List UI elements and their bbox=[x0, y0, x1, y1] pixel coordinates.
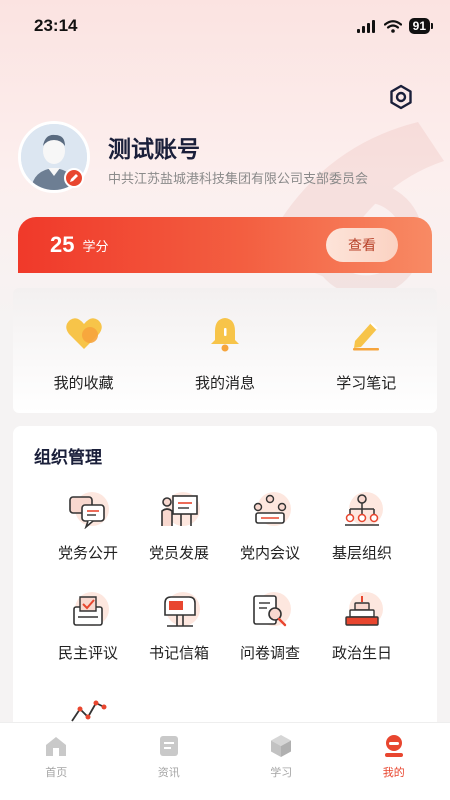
pencil-icon bbox=[70, 174, 78, 182]
status-time: 23:14 bbox=[34, 16, 78, 35]
tab-mine[interactable]: 我的 bbox=[354, 733, 434, 800]
quick-action-label: 我的消息 bbox=[194, 374, 255, 392]
grid-item-questionnaire[interactable]: 问卷调查 bbox=[224, 588, 316, 663]
quick-action-label: 我的收藏 bbox=[53, 374, 114, 392]
tab-label: 首页 bbox=[45, 766, 68, 779]
tab-label: 资讯 bbox=[157, 766, 180, 779]
credits-unit: 学分 bbox=[82, 239, 109, 255]
presenter-board-icon bbox=[156, 488, 202, 534]
mailbox-icon bbox=[156, 588, 202, 634]
ballot-box-icon bbox=[65, 588, 111, 634]
grid-item-label: 党内会议 bbox=[239, 544, 300, 562]
section-title: 组织管理 bbox=[34, 448, 102, 468]
heart-icon bbox=[64, 314, 104, 354]
grid-item-label: 党务公开 bbox=[57, 544, 118, 562]
wifi-icon bbox=[383, 19, 402, 33]
meeting-table-icon bbox=[247, 488, 293, 534]
grid-item-secretary-mailbox[interactable]: 书记信箱 bbox=[133, 588, 225, 663]
grid-item-democratic-review[interactable]: 民主评议 bbox=[42, 588, 134, 663]
grid-item-political-birthday[interactable]: 政治生日 bbox=[316, 588, 408, 663]
news-icon bbox=[156, 733, 182, 759]
credits-value: 25 bbox=[50, 232, 75, 257]
status-indicators: 91 bbox=[356, 18, 434, 34]
pencil-icon bbox=[346, 314, 386, 354]
tab-label: 学习 bbox=[270, 766, 293, 779]
tab-news[interactable]: 资讯 bbox=[129, 733, 209, 800]
favorites-button[interactable]: 我的收藏 bbox=[24, 314, 144, 393]
edit-avatar-button[interactable] bbox=[64, 168, 84, 188]
messages-button[interactable]: 我的消息 bbox=[165, 314, 285, 393]
cube-icon bbox=[268, 733, 294, 759]
survey-search-icon bbox=[247, 588, 293, 634]
home-icon bbox=[43, 733, 69, 759]
grid-item-label: 书记信箱 bbox=[148, 644, 209, 662]
settings-button[interactable] bbox=[386, 82, 416, 112]
grid-item-label: 政治生日 bbox=[331, 644, 392, 662]
grid-item-label: 问卷调查 bbox=[239, 644, 300, 662]
grid-item-label: 党员发展 bbox=[148, 544, 209, 562]
grid-item-party-meeting[interactable]: 党内会议 bbox=[224, 488, 316, 563]
bell-icon bbox=[205, 314, 245, 354]
grid-item-party-affairs[interactable]: 党务公开 bbox=[42, 488, 134, 563]
quick-action-label: 学习笔记 bbox=[336, 374, 397, 392]
org-management-card: 组织管理 党务公开 党员发展 党内会议 基层组织 民主评议 书记信箱 问卷调查 … bbox=[13, 426, 437, 756]
grid-item-grassroots-org[interactable]: 基层组织 bbox=[316, 488, 408, 563]
org-tree-icon bbox=[339, 488, 385, 534]
battery-indicator: 91 bbox=[408, 18, 434, 34]
status-bar: 23:14 91 bbox=[0, 0, 450, 52]
organization-name: 中共江苏盐城港科技集团有限公司支部委员会 bbox=[108, 172, 369, 187]
grid-item-label: 民主评议 bbox=[57, 644, 118, 662]
grid-item-member-development[interactable]: 党员发展 bbox=[133, 488, 225, 563]
account-name: 测试账号 bbox=[108, 137, 200, 163]
gear-icon bbox=[390, 84, 412, 110]
bottom-tab-bar: 首页 资讯 学习 我的 bbox=[0, 722, 450, 800]
study-notes-button[interactable]: 学习笔记 bbox=[306, 314, 426, 393]
tab-study[interactable]: 学习 bbox=[241, 733, 321, 800]
birthday-cake-icon bbox=[339, 588, 385, 634]
quick-actions-card: 我的收藏 我的消息 学习笔记 bbox=[13, 288, 437, 413]
view-credits-button[interactable]: 查看 bbox=[326, 228, 398, 262]
tab-label: 我的 bbox=[382, 766, 405, 779]
profile-icon bbox=[381, 733, 407, 759]
signal-icon bbox=[356, 19, 375, 33]
credits-bar: 25 学分 查看 bbox=[18, 217, 432, 273]
grid-item-label: 基层组织 bbox=[331, 544, 392, 562]
chat-bubbles-icon bbox=[65, 488, 111, 534]
tab-home[interactable]: 首页 bbox=[16, 733, 96, 800]
